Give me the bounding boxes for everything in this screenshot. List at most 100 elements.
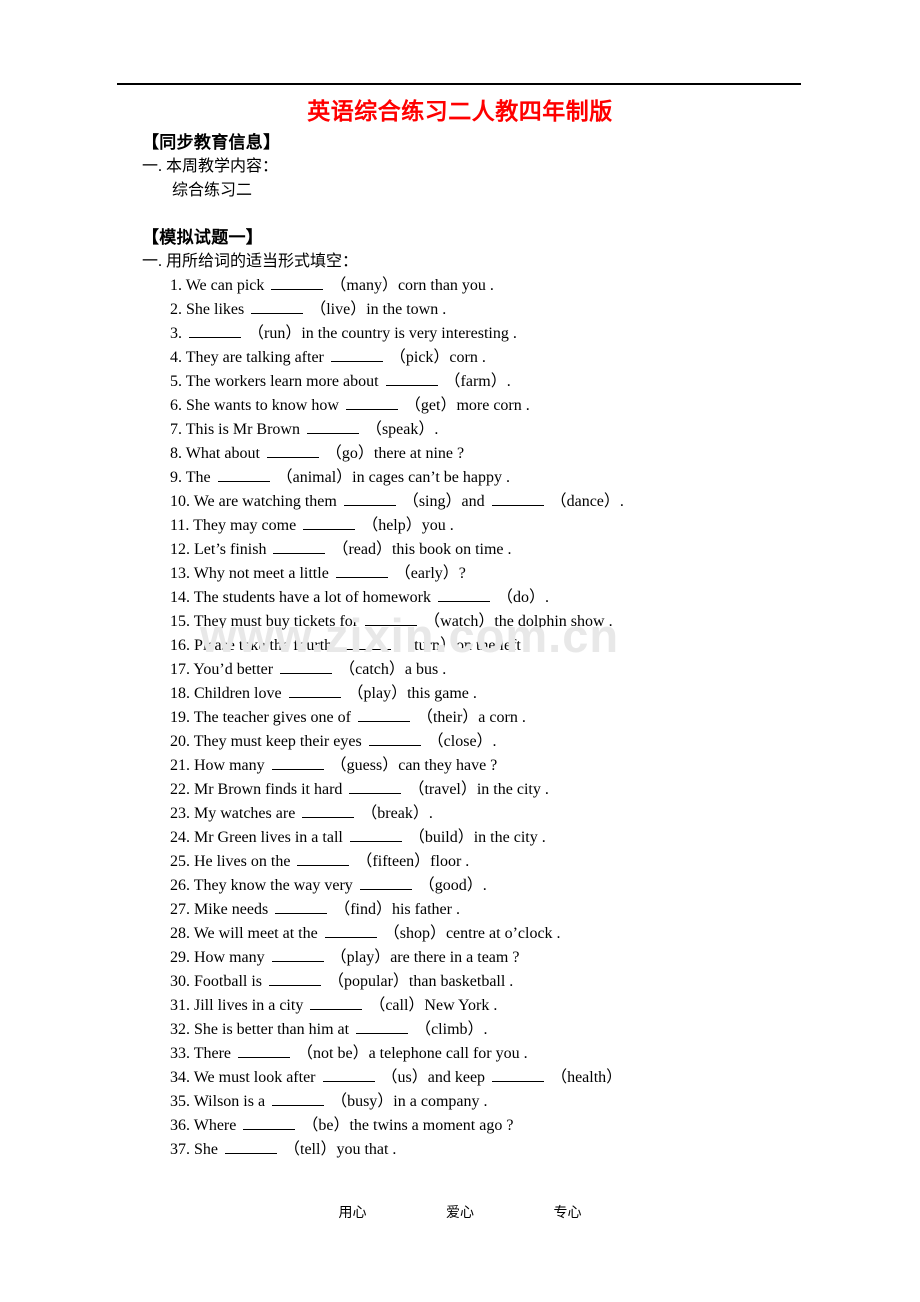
answer-blank[interactable] xyxy=(271,948,324,962)
answer-blank[interactable] xyxy=(343,492,396,506)
question-text-after: （shop）centre at o’clock . xyxy=(383,925,561,942)
answer-blank[interactable] xyxy=(303,516,356,530)
question-item: 29. How many （play）are there in a team ? xyxy=(170,946,920,970)
document-content: 英语综合练习二人教四年制版 【同步教育信息】 一. 本周教学内容： 综合练习二 … xyxy=(0,96,920,1162)
question-text-after-2: （dance）. xyxy=(550,493,624,510)
question-text-after: （us）and keep xyxy=(381,1069,486,1086)
answer-blank[interactable] xyxy=(345,396,398,410)
question-list: 1. We can pick （many）corn than you . 2. S… xyxy=(0,274,920,1162)
question-text-after: （busy）in a company . xyxy=(331,1093,488,1110)
question-text-before: They may come xyxy=(193,517,297,534)
answer-blank[interactable] xyxy=(368,732,421,746)
answer-blank[interactable] xyxy=(357,708,410,722)
answer-blank[interactable] xyxy=(306,420,359,434)
answer-blank[interactable] xyxy=(330,348,383,362)
question-text-after: （read）this book on time . xyxy=(332,541,512,558)
question-number: 9. xyxy=(170,469,182,486)
answer-blank[interactable] xyxy=(310,996,363,1010)
question-text-before: There xyxy=(193,1045,232,1062)
question-text-before: Please take the fourth xyxy=(194,637,333,654)
answer-blank[interactable] xyxy=(269,972,322,986)
answer-blank[interactable] xyxy=(491,492,544,506)
question-text-after: （build）in the city . xyxy=(408,829,546,846)
answer-blank[interactable] xyxy=(356,1020,409,1034)
question-text-before: Why not meet a little xyxy=(193,565,329,582)
answer-blank[interactable] xyxy=(297,852,350,866)
question-number: 34. xyxy=(170,1069,190,1086)
question-number: 19. xyxy=(170,709,190,726)
question-item: 8. What about （go）there at nine ? xyxy=(170,442,920,466)
answer-blank[interactable] xyxy=(438,588,490,602)
question-text-before: They must buy tickets for xyxy=(193,613,359,630)
question-text-before: Jill lives in a city xyxy=(194,997,304,1014)
question-number: 18. xyxy=(170,685,190,702)
answer-blank[interactable] xyxy=(243,1116,296,1130)
answer-blank[interactable] xyxy=(302,804,355,818)
question-text-after: （turn）on the left . xyxy=(398,637,529,654)
question-item: 19. The teacher gives one of （their）a co… xyxy=(170,706,920,730)
question-item: 24. Mr Green lives in a tall （build）in t… xyxy=(170,826,920,850)
question-text-after: （animal）in cages can’t be happy . xyxy=(276,469,511,486)
answer-blank[interactable] xyxy=(217,468,270,482)
question-item: 30. Football is （popular）than basketball… xyxy=(170,970,920,994)
answer-blank[interactable] xyxy=(324,924,377,938)
question-item: 26. They know the way very （good）. xyxy=(170,874,920,898)
question-number: 1. xyxy=(170,277,182,294)
question-number: 37. xyxy=(170,1141,190,1158)
question-text-before: Mike needs xyxy=(194,901,269,918)
question-number: 7. xyxy=(170,421,182,438)
answer-blank[interactable] xyxy=(322,1068,375,1082)
question-number: 20. xyxy=(170,733,190,750)
question-text-before: We will meet at the xyxy=(193,925,318,942)
answer-blank[interactable] xyxy=(280,660,333,674)
answer-blank[interactable] xyxy=(349,828,402,842)
question-number: 5. xyxy=(170,373,182,390)
answer-blank[interactable] xyxy=(189,324,241,338)
question-text-before: How many xyxy=(194,757,265,774)
part-one-label: 一. 用所给词的适当形式填空： xyxy=(142,253,359,270)
answer-blank[interactable] xyxy=(266,444,319,458)
question-text-before: She xyxy=(194,1141,218,1158)
answer-blank[interactable] xyxy=(359,876,412,890)
answer-blank[interactable] xyxy=(272,1092,325,1106)
question-item: 2. She likes （live）in the town . xyxy=(170,298,920,322)
answer-blank[interactable] xyxy=(492,1068,545,1082)
question-item: 16. Please take the fourth （turn）on the … xyxy=(170,634,920,658)
document-page: www.zixin.com.cn 英语综合练习二人教四年制版 【同步教育信息】 … xyxy=(0,0,920,1302)
question-item: 25. He lives on the （fifteen）floor . xyxy=(170,850,920,874)
answer-blank[interactable] xyxy=(339,636,392,650)
answer-blank[interactable] xyxy=(349,780,402,794)
question-text-before: She is better than him at xyxy=(194,1021,350,1038)
question-text-after: （be）the twins a moment ago ? xyxy=(302,1117,514,1134)
answer-blank[interactable] xyxy=(335,564,388,578)
answer-blank[interactable] xyxy=(275,900,328,914)
question-item: 7. This is Mr Brown （speak）. xyxy=(170,418,920,442)
question-text-after: （go）there at nine ? xyxy=(325,445,465,462)
answer-blank[interactable] xyxy=(385,372,438,386)
question-text-before: My watches are xyxy=(194,805,296,822)
page-title: 英语综合练习二人教四年制版 xyxy=(307,99,613,124)
question-text-after: （speak）. xyxy=(365,421,439,438)
answer-blank[interactable] xyxy=(225,1140,277,1154)
question-item: 36. Where （be）the twins a moment ago ? xyxy=(170,1114,920,1138)
question-item: 31. Jill lives in a city （call）New York … xyxy=(170,994,920,1018)
question-text-before: They are talking after xyxy=(185,349,324,366)
answer-blank[interactable] xyxy=(271,756,324,770)
question-text-before: She wants to know how xyxy=(186,397,339,414)
answer-blank[interactable] xyxy=(365,612,418,626)
answer-blank[interactable] xyxy=(273,540,326,554)
answer-blank[interactable] xyxy=(251,300,304,314)
question-text-before: We must look after xyxy=(193,1069,316,1086)
footer-item-2: 爱心 xyxy=(446,1206,474,1221)
answer-blank[interactable] xyxy=(288,684,341,698)
answer-blank[interactable] xyxy=(238,1044,291,1058)
question-text-before: Football is xyxy=(194,973,263,990)
question-item: 12. Let’s finish （read）this book on time… xyxy=(170,538,920,562)
question-number: 30. xyxy=(170,973,190,990)
question-item: 33. There （not be）a telephone call for y… xyxy=(170,1042,920,1066)
question-number: 13. xyxy=(170,565,190,582)
footer-item-3: 专心 xyxy=(553,1206,582,1221)
question-text-before: How many xyxy=(194,949,265,966)
mock-exam-heading: 【模拟试题一】 xyxy=(142,228,264,247)
answer-blank[interactable] xyxy=(271,276,324,290)
